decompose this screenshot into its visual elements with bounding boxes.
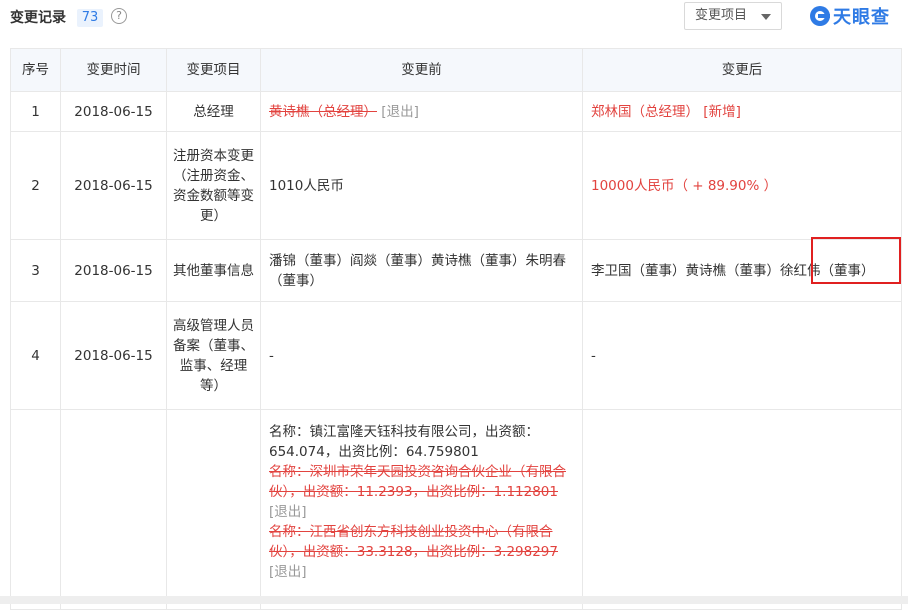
row-after: 10000人民币（ + 89.90% ）	[582, 131, 902, 240]
row-before: 黄诗樵（总经理） [退出]	[260, 91, 583, 132]
scroll-edge	[0, 596, 908, 604]
new-tag: [新增]	[703, 103, 741, 120]
row-index	[10, 409, 61, 610]
col-header-after: 变更后	[582, 48, 902, 92]
table-row: 3 2018-06-15 其他董事信息 潘锦（董事）阎燚（董事）黄诗樵（董事）朱…	[10, 239, 902, 302]
table-row: 2 2018-06-15 注册资本变更（注册资金、资金数额等变更） 1010人民…	[10, 131, 902, 240]
logo-icon	[810, 6, 830, 26]
row-after: -	[582, 301, 902, 410]
row-before: 名称：镇江富隆天钰科技有限公司，出资额：654.074，出资比例：64.7598…	[260, 409, 583, 610]
shareholder-entry-removed: 名称：江西省创东方科技创业投资中心（有限合伙），出资额：33.3128，出资比例…	[269, 522, 572, 582]
exit-tag: [退出]	[269, 564, 307, 580]
removed-entry: 黄诗樵（总经理）	[269, 103, 377, 120]
tianyancha-logo: 天眼查	[810, 2, 890, 30]
row-date: 2018-06-15	[60, 131, 167, 240]
row-item	[166, 409, 261, 610]
exit-tag: [退出]	[269, 504, 307, 520]
row-item: 高级管理人员备案（董事、监事、经理等）	[166, 301, 261, 410]
shareholder-entry-removed: 名称：深圳市荣年天园投资咨询合伙企业（有限合伙），出资额：11.2393，出资比…	[269, 462, 572, 522]
col-header-index: 序号	[10, 48, 61, 92]
removed-entry: 名称：深圳市荣年天园投资咨询合伙企业（有限合伙），出资额：11.2393，出资比…	[269, 464, 566, 500]
header-bar: 变更记录 73 ? 变更项目 天眼查	[0, 0, 908, 36]
added-entry: 郑林国（总经理）	[591, 103, 699, 120]
table-header-row: 序号 变更时间 变更项目 变更前 变更后	[10, 48, 902, 92]
row-before: 潘锦（董事）阎燚（董事）黄诗樵（董事）朱明春（董事）	[260, 239, 583, 302]
row-index: 2	[10, 131, 61, 240]
caret-down-icon	[761, 14, 771, 20]
row-item: 其他董事信息	[166, 239, 261, 302]
col-header-before: 变更前	[260, 48, 583, 92]
row-after: 郑林国（总经理） [新增]	[582, 91, 902, 132]
row-index: 3	[10, 239, 61, 302]
shareholder-entry: 名称：镇江富隆天钰科技有限公司，出资额：654.074，出资比例：64.7598…	[269, 424, 539, 460]
row-date: 2018-06-15	[60, 239, 167, 302]
row-item: 总经理	[166, 91, 261, 132]
row-index: 1	[10, 91, 61, 132]
row-before: -	[260, 301, 583, 410]
table-row: 名称：镇江富隆天钰科技有限公司，出资额：654.074，出资比例：64.7598…	[10, 409, 902, 610]
row-date: 2018-06-15	[60, 301, 167, 410]
help-icon[interactable]: ?	[111, 8, 127, 24]
filter-label: 变更项目	[695, 8, 748, 23]
removed-entry: 名称：江西省创东方科技创业投资中心（有限合伙），出资额：33.3128，出资比例…	[269, 524, 558, 560]
row-date: 2018-06-15	[60, 91, 167, 132]
row-after	[582, 409, 902, 610]
logo-text: 天眼查	[833, 7, 890, 28]
row-item: 注册资本变更（注册资金、资金数额等变更）	[166, 131, 261, 240]
col-header-item: 变更项目	[166, 48, 261, 92]
change-item-filter-dropdown[interactable]: 变更项目	[684, 2, 782, 30]
exit-tag: [退出]	[381, 103, 419, 120]
row-index: 4	[10, 301, 61, 410]
row-date	[60, 409, 167, 610]
highlight-annotation-box	[811, 237, 901, 284]
row-before: 1010人民币	[260, 131, 583, 240]
table-row: 1 2018-06-15 总经理 黄诗樵（总经理） [退出] 郑林国（总经理） …	[10, 91, 902, 132]
section-title: 变更记录	[10, 10, 66, 26]
record-count-badge: 73	[77, 9, 103, 27]
change-records-table: 序号 变更时间 变更项目 变更前 变更后 1 2018-06-15 总经理 黄诗…	[10, 48, 902, 610]
col-header-date: 变更时间	[60, 48, 167, 92]
table-row: 4 2018-06-15 高级管理人员备案（董事、监事、经理等） - -	[10, 301, 902, 410]
